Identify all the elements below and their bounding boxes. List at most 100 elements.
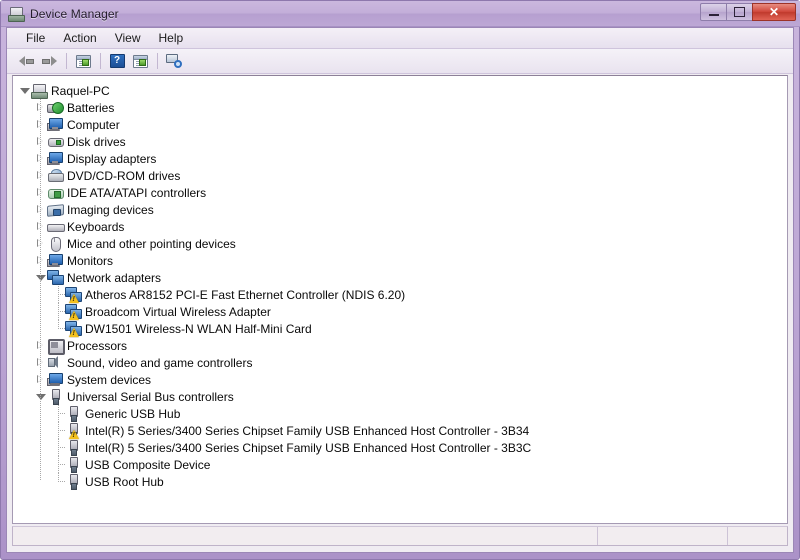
- tree-connector: [53, 405, 65, 422]
- tree-item[interactable]: Atheros AR8152 PCI-E Fast Ethernet Contr…: [13, 286, 787, 303]
- tree-item-label: Sound, video and game controllers: [67, 355, 253, 370]
- tree-item-root[interactable]: Raquel-PC: [13, 82, 787, 99]
- menu-help[interactable]: Help: [150, 29, 193, 47]
- network-icon: [65, 287, 82, 303]
- update-driver-icon: [132, 54, 148, 68]
- tree-item-label: Imaging devices: [67, 202, 154, 217]
- usb-icon: [65, 406, 81, 422]
- tree-item[interactable]: Monitors: [13, 252, 787, 269]
- scan-hardware-icon: [166, 54, 182, 68]
- properties-button[interactable]: [72, 51, 94, 72]
- toolbar-separator-1: [66, 53, 67, 69]
- tree-item-label: Display adapters: [67, 151, 157, 166]
- status-pane-2: [597, 527, 727, 545]
- maximize-button[interactable]: [726, 3, 753, 21]
- device-tree-pane[interactable]: Raquel-PC Batteries Computer Disk drives Dis…: [12, 75, 788, 524]
- usb-icon: [65, 440, 81, 456]
- tree-item[interactable]: Generic USB Hub: [13, 405, 787, 422]
- back-button[interactable]: [15, 51, 37, 72]
- status-bar: [12, 526, 788, 546]
- tree-item-label: Generic USB Hub: [85, 406, 181, 421]
- tree-item[interactable]: Universal Serial Bus controllers: [13, 388, 787, 405]
- tree-item-label: Intel(R) 5 Series/3400 Series Chipset Fa…: [85, 440, 532, 455]
- ide-icon: [47, 185, 64, 200]
- device-manager-icon: [8, 6, 25, 22]
- scan-hardware-changes-button[interactable]: [163, 51, 185, 72]
- battery-icon: [47, 100, 64, 115]
- tree-connector: [53, 422, 65, 439]
- title-bar[interactable]: Device Manager ✕: [1, 1, 800, 27]
- tree-item-label: Universal Serial Bus controllers: [67, 389, 234, 404]
- menu-file[interactable]: File: [17, 29, 54, 47]
- tree-item-label: System devices: [67, 372, 152, 387]
- network-icon: [47, 270, 64, 285]
- tree-connector: [53, 303, 65, 320]
- update-driver-button[interactable]: [129, 51, 151, 72]
- tree-item[interactable]: Batteries: [13, 99, 787, 116]
- tree-connector: [53, 439, 65, 456]
- network-icon: [65, 304, 82, 320]
- tree-item[interactable]: Keyboards: [13, 218, 787, 235]
- toolbar-separator-3: [157, 53, 158, 69]
- processor-icon: [47, 338, 65, 355]
- sound-icon: [47, 355, 63, 370]
- warning-badge-icon: [69, 311, 79, 320]
- tree-item[interactable]: Disk drives: [13, 133, 787, 150]
- warning-badge-icon: [69, 430, 79, 439]
- menu-view[interactable]: View: [106, 29, 150, 47]
- tree-item[interactable]: USB Composite Device: [13, 456, 787, 473]
- disk-icon: [47, 134, 64, 149]
- device-tree: Raquel-PC Batteries Computer Disk drives Dis…: [13, 76, 787, 490]
- tree-item[interactable]: Computer: [13, 116, 787, 133]
- tree-item[interactable]: IDE ATA/ATAPI controllers: [13, 184, 787, 201]
- imaging-icon: [47, 202, 64, 217]
- tree-item[interactable]: Intel(R) 5 Series/3400 Series Chipset Fa…: [13, 422, 787, 439]
- toolbar-separator-2: [100, 53, 101, 69]
- network-icon: [65, 321, 82, 337]
- tree-item[interactable]: Broadcom Virtual Wireless Adapter: [13, 303, 787, 320]
- close-button[interactable]: ✕: [752, 3, 796, 21]
- usb-icon: [65, 457, 81, 473]
- tree-item[interactable]: System devices: [13, 371, 787, 388]
- tree-item-label: IDE ATA/ATAPI controllers: [67, 185, 207, 200]
- tree-item[interactable]: Sound, video and game controllers: [13, 354, 787, 371]
- tree-item[interactable]: Mice and other pointing devices: [13, 235, 787, 252]
- usb-icon: [65, 474, 81, 490]
- forward-arrow-icon: [41, 55, 57, 67]
- window-title: Device Manager: [30, 6, 119, 21]
- tree-item[interactable]: DW1501 Wireless-N WLAN Half-Mini Card: [13, 320, 787, 337]
- monitor-icon: [47, 117, 63, 132]
- usb-icon: [65, 423, 81, 439]
- menu-bar: File Action View Help: [7, 28, 793, 49]
- window-client-area: File Action View Help ? Raquel-PC Batter…: [6, 27, 794, 553]
- device-manager-window: Device Manager ✕ File Action View Help ?…: [0, 0, 800, 560]
- tree-item[interactable]: Display adapters: [13, 150, 787, 167]
- help-button[interactable]: ?: [106, 51, 128, 72]
- warning-badge-icon: [69, 328, 79, 337]
- tree-item[interactable]: Network adapters: [13, 269, 787, 286]
- mouse-icon: [47, 236, 63, 252]
- status-message: [13, 527, 597, 545]
- menu-action[interactable]: Action: [54, 29, 105, 47]
- tree-item-label: DVD/CD-ROM drives: [67, 168, 181, 183]
- tree-connector: [53, 456, 65, 473]
- forward-button[interactable]: [38, 51, 60, 72]
- tree-item[interactable]: DVD/CD-ROM drives: [13, 167, 787, 184]
- tree-item-label: Network adapters: [67, 270, 162, 285]
- tree-item-label: USB Root Hub: [85, 474, 164, 489]
- tree-item-label: Atheros AR8152 PCI-E Fast Ethernet Contr…: [85, 287, 406, 302]
- tree-item[interactable]: USB Root Hub: [13, 473, 787, 490]
- collapse-arrow-icon[interactable]: [19, 85, 30, 96]
- minimize-button[interactable]: [700, 3, 727, 21]
- tree-item-label: Disk drives: [67, 134, 126, 149]
- help-icon: ?: [109, 54, 125, 68]
- tree-item[interactable]: Imaging devices: [13, 201, 787, 218]
- tree-connector: [53, 473, 65, 490]
- computer-icon: [31, 83, 48, 99]
- tree-item[interactable]: Processors: [13, 337, 787, 355]
- tree-item[interactable]: Intel(R) 5 Series/3400 Series Chipset Fa…: [13, 439, 787, 456]
- warning-badge-icon: [69, 294, 79, 303]
- tree-item-label: Processors: [67, 338, 128, 353]
- tree-item-label: Computer: [67, 117, 120, 132]
- tree-connector: [53, 320, 65, 337]
